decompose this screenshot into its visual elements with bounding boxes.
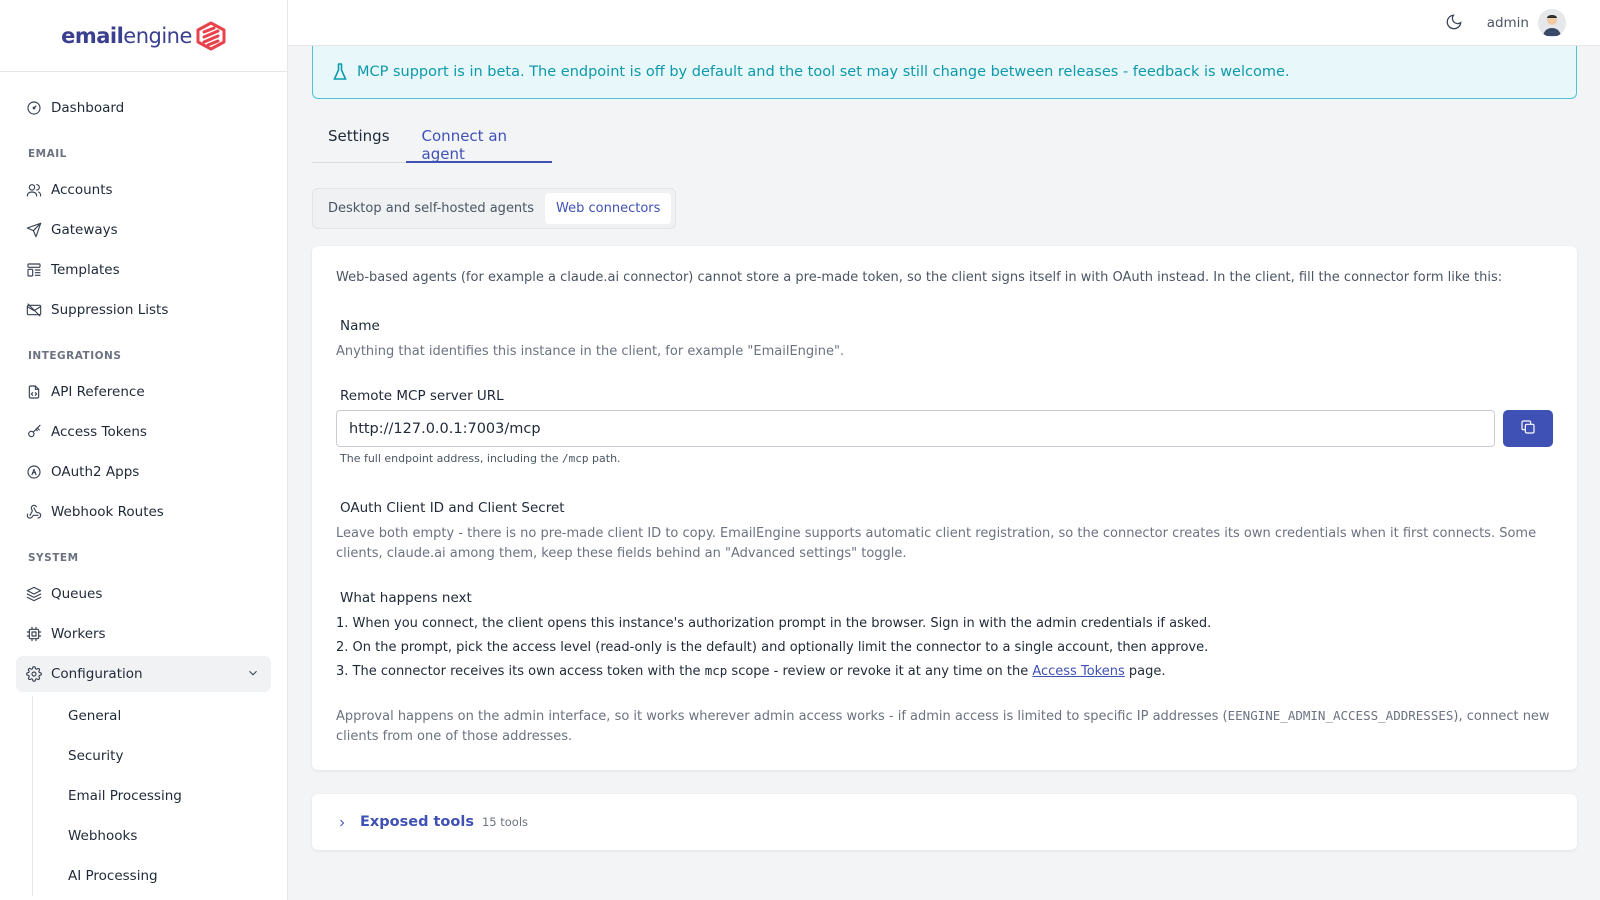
sidebar-item-accounts[interactable]: Accounts <box>16 172 271 208</box>
sidebar-item-oauth2-apps[interactable]: OAuth2 Apps <box>16 454 271 490</box>
brand-name: emailengine <box>61 23 192 48</box>
cpu-icon <box>25 625 43 643</box>
name-help: Anything that identifies this instance i… <box>336 344 845 359</box>
moon-icon[interactable] <box>1445 13 1465 33</box>
oauth-field-info: OAuth Client ID and Client Secret Leave … <box>336 500 1553 564</box>
brand-logo-icon <box>196 21 226 51</box>
sidebar-item-label: Configuration <box>51 666 143 682</box>
name-field-info: Name Anything that identifies this insta… <box>336 318 844 362</box>
exposed-tools-title: Exposed tools <box>360 814 474 830</box>
sidebar-subitem-ai-processing[interactable]: AI Processing <box>33 856 287 896</box>
sidebar-item-label: Accounts <box>51 182 113 198</box>
key-icon <box>25 423 43 441</box>
agent-type-switch: Desktop and self-hosted agents Web conne… <box>312 188 677 229</box>
webhook-icon <box>25 503 43 521</box>
sidebar-item-label: Workers <box>51 626 106 642</box>
sidebar-section-email: EMAIL <box>28 148 67 160</box>
brand-logo-area[interactable]: emailengine <box>0 0 287 72</box>
file-code-icon <box>25 383 43 401</box>
user-name[interactable]: admin <box>1487 15 1529 31</box>
beta-alert: MCP support is in beta. The endpoint is … <box>312 46 1577 99</box>
tab-connect-an-agent[interactable]: Connect an agent <box>405 127 552 163</box>
sidebar-subitem-webhooks[interactable]: Webhooks <box>33 816 287 856</box>
copy-url-button[interactable] <box>1503 410 1553 447</box>
name-label: Name <box>340 318 380 334</box>
access-tokens-link[interactable]: Access Tokens <box>1032 664 1124 679</box>
sidebar-item-label: Suppression Lists <box>51 302 169 318</box>
sidebar-item-label: Queues <box>51 586 103 602</box>
users-icon <box>25 181 43 199</box>
sidebar-section-integrations: INTEGRATIONS <box>28 350 122 362</box>
flask-icon <box>333 63 349 81</box>
oauth-help: Leave both empty - there is no pre-made … <box>336 526 1537 561</box>
oauth-label: OAuth Client ID and Client Secret <box>340 500 565 516</box>
topbar: admin <box>288 0 1600 46</box>
tab-settings[interactable]: Settings <box>312 127 406 163</box>
sidebar-item-workers[interactable]: Workers <box>16 616 271 652</box>
web-connectors-card: Web-based agents (for example a claude.a… <box>312 246 1577 770</box>
next-steps: What happens next 1. When you connect, t… <box>336 590 1553 687</box>
chevron-down-icon[interactable] <box>246 666 262 682</box>
mcp-url-input[interactable]: http://127.0.0.1:7003/mcp <box>336 410 1495 447</box>
sidebar-item-label: Access Tokens <box>51 424 147 440</box>
tab-bar: Settings Connect an agent <box>312 127 552 163</box>
url-field: Remote MCP server URL http://127.0.0.1:7… <box>336 388 1553 465</box>
steps-list: 1. When you connect, the client opens th… <box>336 616 1553 687</box>
sidebar-item-gateways[interactable]: Gateways <box>16 212 271 248</box>
sidebar-item-label: Webhook Routes <box>51 504 164 520</box>
list-item: 1. When you connect, the client opens th… <box>336 616 1212 631</box>
gear-icon <box>25 665 43 683</box>
pill-web-connectors[interactable]: Web connectors <box>545 193 672 224</box>
pill-desktop-agents[interactable]: Desktop and self-hosted agents <box>317 193 545 224</box>
sidebar-item-label: Dashboard <box>51 100 125 116</box>
avatar[interactable] <box>1538 8 1566 37</box>
sidebar-item-label: OAuth2 Apps <box>51 464 140 480</box>
sidebar-item-label: Templates <box>51 262 120 278</box>
sidebar-item-api-reference[interactable]: API Reference <box>16 374 271 410</box>
sidebar-item-configuration[interactable]: Configuration <box>16 656 271 692</box>
sidebar-subitem-general[interactable]: General <box>33 696 287 736</box>
sidebar-nav: Dashboard EMAIL Accounts Gateways Templa… <box>0 72 287 896</box>
sidebar-subitem-security[interactable]: Security <box>33 736 287 776</box>
configuration-subnav: General Security Email Processing Webhoo… <box>32 696 287 896</box>
oauth-icon <box>25 463 43 481</box>
exposed-tools-count: 15 tools <box>481 815 529 829</box>
mail-off-icon <box>25 301 43 319</box>
sidebar-subitem-email-processing[interactable]: Email Processing <box>33 776 287 816</box>
sidebar-section-system: SYSTEM <box>28 552 79 564</box>
sidebar-item-webhook-routes[interactable]: Webhook Routes <box>16 494 271 530</box>
sidebar-item-access-tokens[interactable]: Access Tokens <box>16 414 271 450</box>
list-item: 3. The connector receives its own access… <box>336 663 1166 679</box>
main-content: MCP support is in beta. The endpoint is … <box>312 46 1577 850</box>
copy-icon <box>1520 419 1536 439</box>
approval-note: Approval happens on the admin interface,… <box>336 708 1550 744</box>
sidebar-item-suppression-lists[interactable]: Suppression Lists <box>16 292 271 328</box>
sidebar-item-dashboard[interactable]: Dashboard <box>16 90 271 126</box>
url-help: The full endpoint address, including the… <box>340 452 621 465</box>
list-item: 2. On the prompt, pick the access level … <box>336 639 1209 655</box>
url-label: Remote MCP server URL <box>340 388 504 404</box>
layers-icon <box>25 585 43 603</box>
sidebar-item-queues[interactable]: Queues <box>16 576 271 612</box>
sidebar-item-label: API Reference <box>51 384 145 400</box>
chevron-right-icon <box>336 814 352 830</box>
exposed-tools-toggle[interactable]: Exposed tools 15 tools <box>312 794 1577 850</box>
sidebar-item-label: Gateways <box>51 222 118 238</box>
sidebar-item-templates[interactable]: Templates <box>16 252 271 288</box>
intro-text: Web-based agents (for example a claude.a… <box>336 270 1503 285</box>
templates-icon <box>25 261 43 279</box>
sidebar: emailengine Dashboard EMAIL Accounts Gat… <box>0 0 288 900</box>
dashboard-icon <box>25 99 43 117</box>
beta-alert-text: MCP support is in beta. The endpoint is … <box>357 64 1290 80</box>
next-label: What happens next <box>340 590 472 606</box>
send-icon <box>25 221 43 239</box>
